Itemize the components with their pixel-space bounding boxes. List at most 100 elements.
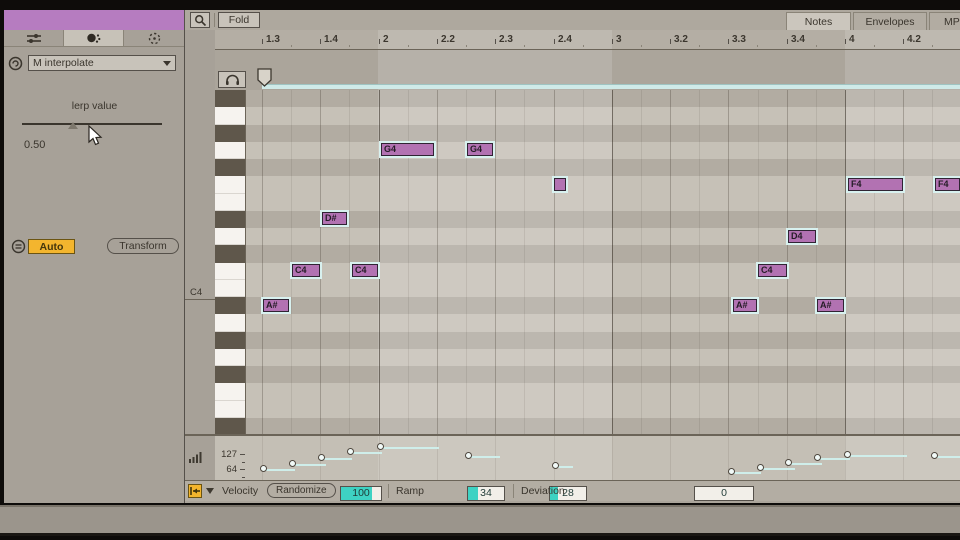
velocity-marker[interactable]	[844, 451, 851, 458]
midi-note-F4[interactable]: F4	[935, 178, 960, 191]
c4-pitch-label: C4	[190, 287, 202, 298]
ruler-tick	[320, 39, 321, 44]
piano-key[interactable]	[215, 245, 246, 262]
vel-grid-line	[612, 436, 613, 482]
playhead-marker[interactable]	[257, 68, 272, 87]
grid-line-beat	[728, 90, 729, 434]
piano-key[interactable]	[215, 349, 246, 366]
piano-key[interactable]	[215, 332, 246, 349]
auto-button[interactable]: Auto	[28, 239, 75, 254]
tab-clip-view[interactable]	[4, 30, 64, 47]
vel-tick	[242, 477, 245, 478]
velocity-marker[interactable]	[931, 452, 938, 459]
piano-key[interactable]	[215, 418, 246, 434]
velocity-marker[interactable]	[814, 454, 821, 461]
velocity-marker[interactable]	[318, 454, 325, 461]
piano-key[interactable]	[215, 142, 246, 159]
note-grid[interactable]: A# C4 D# C4 G4 G4 A# C4 D4 A# F4 F4	[246, 90, 960, 434]
ramp-start-value: 34	[468, 487, 504, 500]
midi-note-C4[interactable]: C4	[292, 264, 320, 277]
param-value: 0.50	[24, 139, 45, 151]
piano-key[interactable]	[215, 263, 246, 280]
velocity-marker[interactable]	[465, 452, 472, 459]
midi-note-C4[interactable]: C4	[758, 264, 787, 277]
grid-line-8th	[524, 90, 525, 434]
midi-note-D4[interactable]: D4	[788, 230, 816, 243]
velocity-ramp-line	[382, 447, 439, 449]
grid-line-8th	[583, 90, 584, 434]
piano-key[interactable]	[215, 194, 246, 211]
piano-key[interactable]	[215, 297, 246, 314]
piano-key[interactable]	[215, 228, 246, 245]
ramp-start-box[interactable]: 34	[467, 486, 505, 501]
piano-key[interactable]	[215, 366, 246, 383]
randomize-button[interactable]: Randomize	[267, 483, 336, 498]
transform-button[interactable]: Transform	[107, 238, 179, 254]
midi-note-C4[interactable]: C4	[352, 264, 378, 277]
device-activator-icon[interactable]	[8, 56, 23, 71]
tab-notes[interactable]: Notes	[786, 12, 851, 30]
ruler-label: 1.3	[266, 34, 280, 45]
lerp-slider[interactable]	[22, 113, 162, 125]
midi-note-A#3[interactable]: A#	[817, 299, 844, 312]
ruler-label: 3.3	[732, 34, 746, 45]
device-icon	[85, 31, 102, 45]
automation-icon	[147, 31, 162, 46]
lane-chooser-arrow[interactable]	[206, 488, 214, 494]
piano-key[interactable]	[215, 176, 246, 193]
grid-line-beat	[437, 90, 438, 434]
octave-divider	[185, 299, 215, 300]
beat-time-ruler[interactable]: 1.31.422.22.32.433.23.33.444.2	[215, 30, 960, 50]
piano-key[interactable]	[215, 107, 246, 124]
ruler-label: 2.3	[499, 34, 513, 45]
piano-key[interactable]	[215, 383, 246, 400]
deviation-box[interactable]: 0	[694, 486, 754, 501]
midi-note-G4[interactable]: G4	[381, 143, 434, 156]
slider-thumb[interactable]	[68, 122, 78, 129]
preview-button[interactable]	[218, 71, 246, 88]
piano-key[interactable]	[215, 211, 246, 228]
piano-key[interactable]	[215, 125, 246, 142]
midi-note-A#3[interactable]: A#	[733, 299, 757, 312]
tab-device-view[interactable]	[64, 30, 124, 47]
velocity-lane[interactable]: 127 64 1	[185, 434, 960, 480]
clip-title-bar[interactable]	[4, 10, 185, 30]
ruler-minor-tick	[874, 45, 875, 47]
velocity-ramp-line	[762, 468, 795, 470]
grid-line-8th	[349, 90, 350, 434]
vel-grid-line	[903, 436, 904, 482]
ruler-tick	[437, 39, 438, 44]
loop-icon[interactable]	[11, 239, 26, 259]
randomize-amount-box[interactable]: 100	[340, 486, 382, 501]
piano-key[interactable]	[215, 280, 246, 297]
midi-note-F4[interactable]	[554, 178, 566, 191]
loop-brace[interactable]	[262, 84, 960, 89]
midi-note-D#4[interactable]: D#	[322, 212, 347, 225]
piano-key[interactable]	[215, 90, 246, 107]
tab-automation-view[interactable]	[124, 30, 185, 47]
midi-note-F4[interactable]: F4	[848, 178, 903, 191]
velocity-ramp-line	[790, 463, 822, 465]
grid-line-beat	[320, 90, 321, 434]
piano-key[interactable]	[215, 401, 246, 418]
grid-line-8th	[874, 90, 875, 434]
lane-fold-button[interactable]	[188, 484, 202, 498]
tab-envelopes[interactable]: Envelopes	[853, 12, 927, 30]
piano-key[interactable]	[215, 314, 246, 331]
velocity-marker[interactable]	[728, 468, 735, 475]
search-button[interactable]	[190, 12, 210, 28]
ruler-tick	[262, 39, 263, 44]
tab-mpe[interactable]: MPE	[929, 12, 960, 30]
vel-grid-line	[670, 436, 671, 482]
ruler-minor-tick	[466, 45, 467, 47]
fold-button[interactable]: Fold	[218, 12, 260, 28]
device-select[interactable]: M interpolate	[28, 55, 176, 71]
piano-key-strip	[215, 90, 246, 434]
midi-note-G4[interactable]: G4	[467, 143, 493, 156]
ruler-tick	[554, 39, 555, 44]
midi-note-A#3[interactable]: A#	[263, 299, 289, 312]
device-panel: M interpolate lerp value 0.50 Auto Trans…	[4, 10, 185, 503]
grid-line-bar	[612, 90, 613, 434]
vel-grid-line	[495, 436, 496, 482]
piano-key[interactable]	[215, 159, 246, 176]
